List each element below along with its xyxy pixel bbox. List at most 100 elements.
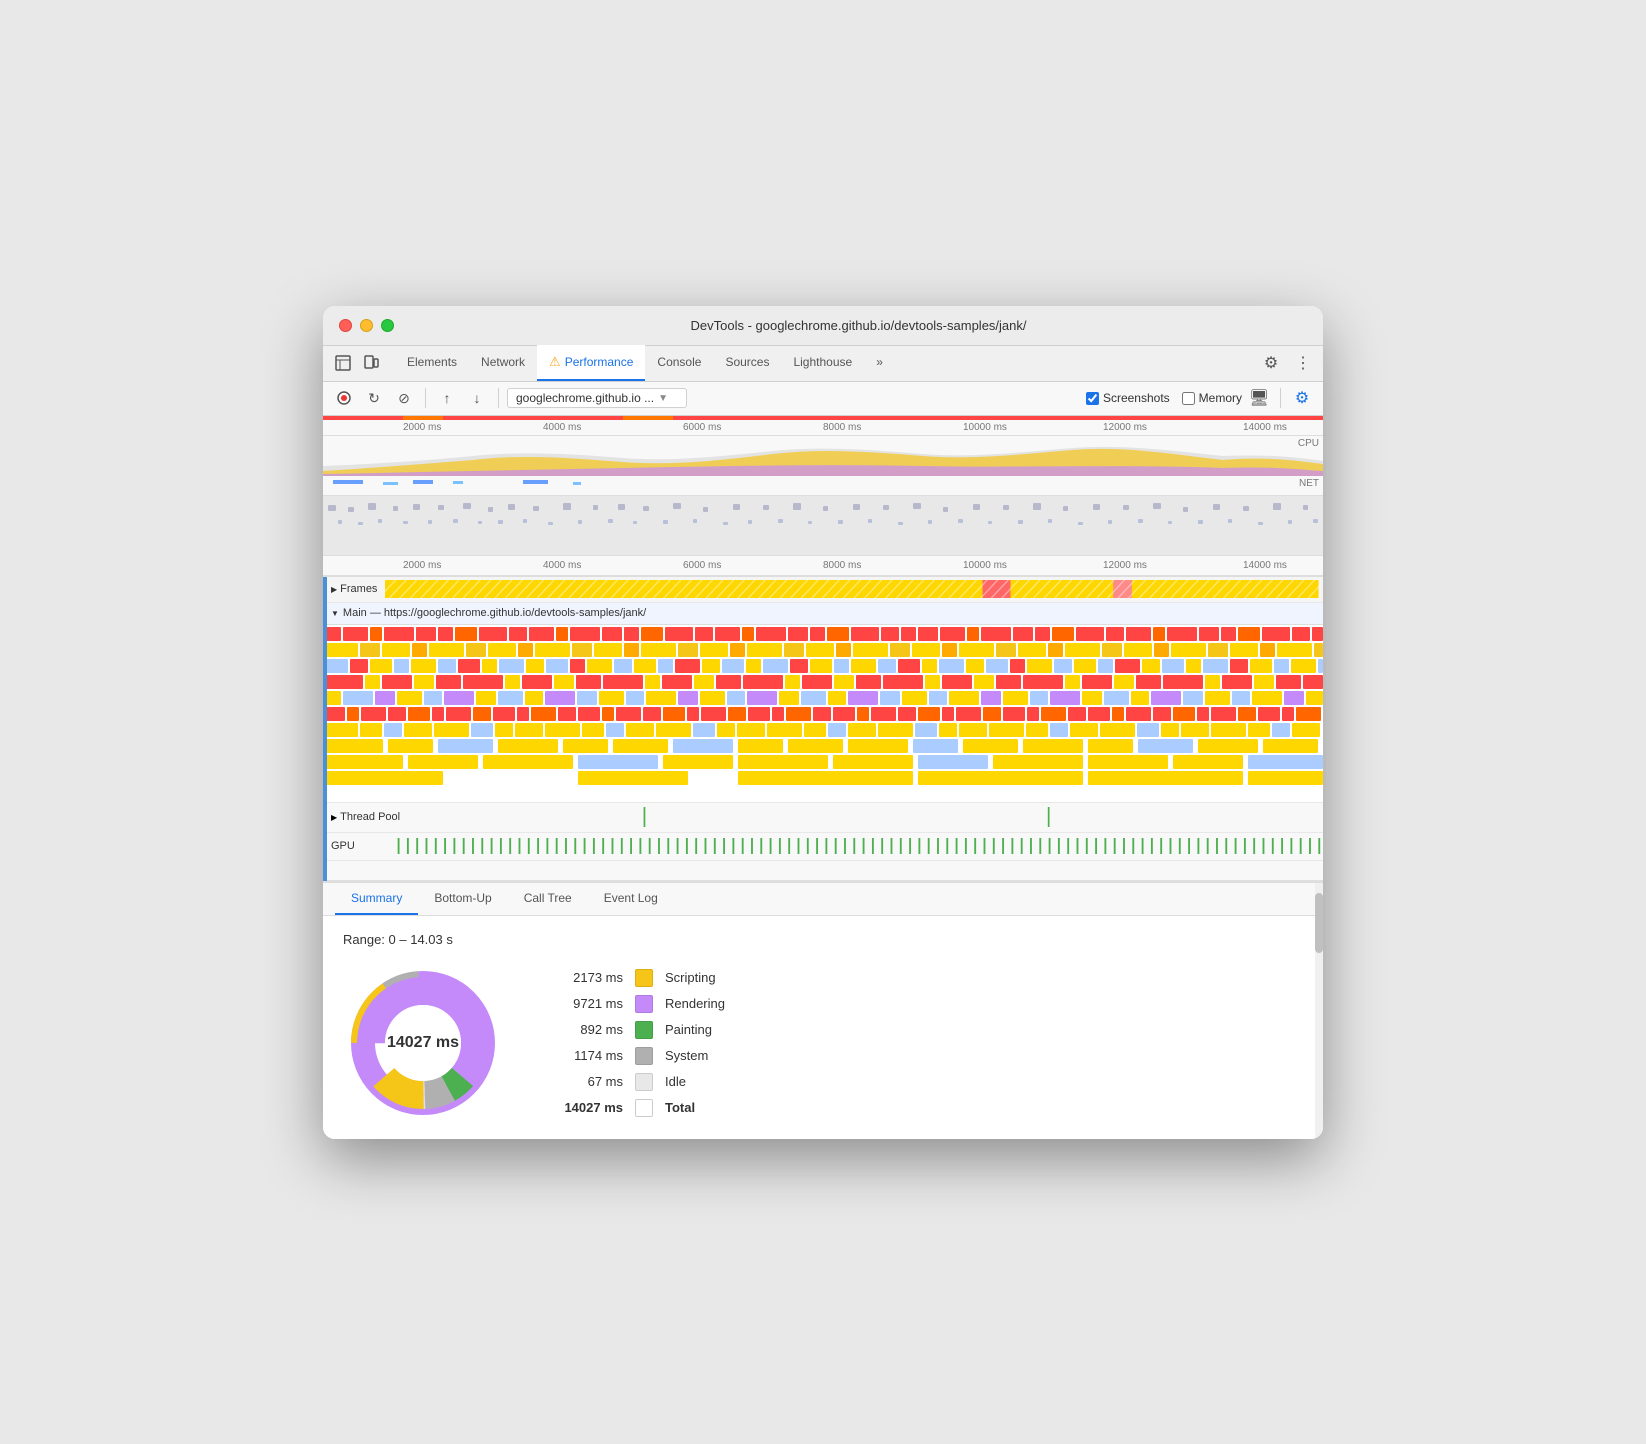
main-track: ▼ Main — https://googlechrome.github.io/… — [323, 603, 1323, 803]
devtools-body: Elements Network ⚠ Performance Console S… — [323, 346, 1323, 1139]
capture-settings-icon[interactable]: 🖥 — [1246, 385, 1272, 411]
perf-settings-icon[interactable]: ⚙ — [1289, 385, 1315, 411]
tab-summary[interactable]: Summary — [335, 883, 418, 915]
tracks-area: ▶ Frames — [323, 577, 1323, 881]
legend-row-total: 14027 ms Total — [543, 1099, 725, 1117]
idle-swatch — [635, 1073, 653, 1091]
maximize-button[interactable] — [381, 319, 394, 332]
painting-swatch — [635, 1021, 653, 1039]
main-track-content — [323, 625, 1323, 802]
time2-label-14000: 14000 ms — [1243, 560, 1287, 571]
device-icon[interactable] — [359, 351, 383, 375]
reload-button[interactable]: ↻ — [361, 385, 387, 411]
main-triangle-icon: ▼ — [331, 609, 339, 618]
range-text: Range: 0 – 14.03 s — [343, 932, 1303, 947]
screenshots-label[interactable]: Screenshots — [1103, 391, 1170, 405]
scripting-label: Scripting — [665, 970, 716, 985]
legend-row-scripting: 2173 ms Scripting — [543, 969, 725, 987]
system-label: System — [665, 1048, 708, 1063]
timeline-area: 2000 ms 4000 ms 6000 ms 8000 ms 10000 ms… — [323, 416, 1323, 577]
screenshots-checkbox[interactable] — [1086, 392, 1099, 405]
threadpool-label: Thread Pool — [340, 811, 400, 823]
main-track-header: ▼ Main — https://googlechrome.github.io/… — [323, 603, 1323, 625]
tab-elements[interactable]: Elements — [395, 345, 469, 381]
empty-row — [323, 861, 1323, 881]
tab-sources[interactable]: Sources — [713, 345, 781, 381]
memory-label[interactable]: Memory — [1199, 391, 1242, 405]
divider-3 — [1280, 388, 1281, 408]
close-button[interactable] — [339, 319, 352, 332]
dropdown-arrow-icon: ▼ — [658, 393, 668, 404]
time-label-14000: 14000 ms — [1243, 422, 1287, 433]
tab-lighthouse[interactable]: Lighthouse — [781, 345, 864, 381]
scrollbar-thumb[interactable] — [1315, 893, 1323, 953]
tab-console[interactable]: Console — [645, 345, 713, 381]
tab-performance[interactable]: ⚠ Performance — [537, 345, 645, 381]
time-ruler-top: 2000 ms 4000 ms 6000 ms 8000 ms 10000 ms… — [323, 416, 1323, 436]
gpu-header: GPU — [323, 840, 393, 852]
time-label-10000: 10000 ms — [963, 422, 1007, 433]
minimize-button[interactable] — [360, 319, 373, 332]
time2-label-6000: 6000 ms — [683, 560, 721, 571]
time2-label-2000: 2000 ms — [403, 560, 441, 571]
legend-row-rendering: 9721 ms Rendering — [543, 995, 725, 1013]
divider-1 — [425, 388, 426, 408]
inspect-icon[interactable] — [331, 351, 355, 375]
system-value: 1174 ms — [543, 1048, 623, 1063]
memory-checkbox-group: Memory — [1182, 391, 1242, 405]
upload-button[interactable]: ↑ — [434, 385, 460, 411]
threadpool-content — [463, 803, 1323, 831]
time-ruler-second: 2000 ms 4000 ms 6000 ms 8000 ms 10000 ms… — [323, 556, 1323, 576]
time-label-4000: 4000 ms — [543, 422, 581, 433]
more-options-icon[interactable]: ⋮ — [1291, 351, 1315, 375]
scripting-value: 2173 ms — [543, 970, 623, 985]
time-label-6000: 6000 ms — [683, 422, 721, 433]
scrollbar-track — [1315, 883, 1323, 1139]
bottom-panel: Summary Bottom-Up Call Tree Event Log Ra… — [323, 881, 1323, 1139]
clear-button[interactable]: ⊘ — [391, 385, 417, 411]
tab-event-log[interactable]: Event Log — [588, 883, 674, 915]
download-button[interactable]: ↓ — [464, 385, 490, 411]
selection-indicator — [323, 577, 327, 881]
gpu-label: GPU — [331, 840, 355, 852]
donut-chart: .donut-seg { fill: none; stroke-width: 2… — [343, 963, 503, 1123]
threadpool-triangle-icon: ▶ — [331, 813, 337, 822]
idle-value: 67 ms — [543, 1074, 623, 1089]
net-chart: NET — [323, 476, 1323, 496]
total-swatch — [635, 1099, 653, 1117]
time-label-8000: 8000 ms — [823, 422, 861, 433]
url-selector[interactable]: googlechrome.github.io ... ▼ — [507, 388, 687, 408]
frames-track: ▶ Frames — [323, 577, 1323, 603]
time2-label-10000: 10000 ms — [963, 560, 1007, 571]
tab-more[interactable]: » — [864, 345, 895, 381]
tab-icons — [331, 351, 383, 375]
threadpool-header: ▶ Thread Pool — [323, 811, 463, 823]
legend-table: 2173 ms Scripting 9721 ms Rendering 892 … — [543, 969, 725, 1117]
tab-bottom-up[interactable]: Bottom-Up — [418, 883, 507, 915]
gpu-track: GPU — [323, 833, 1323, 861]
tab-network[interactable]: Network — [469, 345, 537, 381]
time-label-12000: 12000 ms — [1103, 422, 1147, 433]
rendering-swatch — [635, 995, 653, 1013]
memory-checkbox[interactable] — [1182, 392, 1195, 405]
frames-label: ▶ Frames — [331, 583, 377, 595]
time2-label-4000: 4000 ms — [543, 560, 581, 571]
record-button[interactable] — [331, 385, 357, 411]
frames-triangle-icon: ▶ — [331, 585, 337, 594]
net-label: NET — [1299, 478, 1319, 489]
summary-content: Range: 0 – 14.03 s — [323, 916, 1323, 1139]
window-title: DevTools - googlechrome.github.io/devtoo… — [410, 318, 1307, 333]
rendering-label: Rendering — [665, 996, 725, 1011]
main-tabs: Elements Network ⚠ Performance Console S… — [395, 345, 1259, 381]
threadpool-track: ▶ Thread Pool — [323, 803, 1323, 833]
legend-row-idle: 67 ms Idle — [543, 1073, 725, 1091]
tab-call-tree[interactable]: Call Tree — [508, 883, 588, 915]
settings-icon[interactable]: ⚙ — [1259, 351, 1283, 375]
legend-row-painting: 892 ms Painting — [543, 1021, 725, 1039]
divider-2 — [498, 388, 499, 408]
screenshots-checkbox-group: Screenshots — [1086, 391, 1170, 405]
time2-label-8000: 8000 ms — [823, 560, 861, 571]
long-task-bar — [323, 416, 1323, 420]
system-swatch — [635, 1047, 653, 1065]
traffic-lights — [339, 319, 394, 332]
